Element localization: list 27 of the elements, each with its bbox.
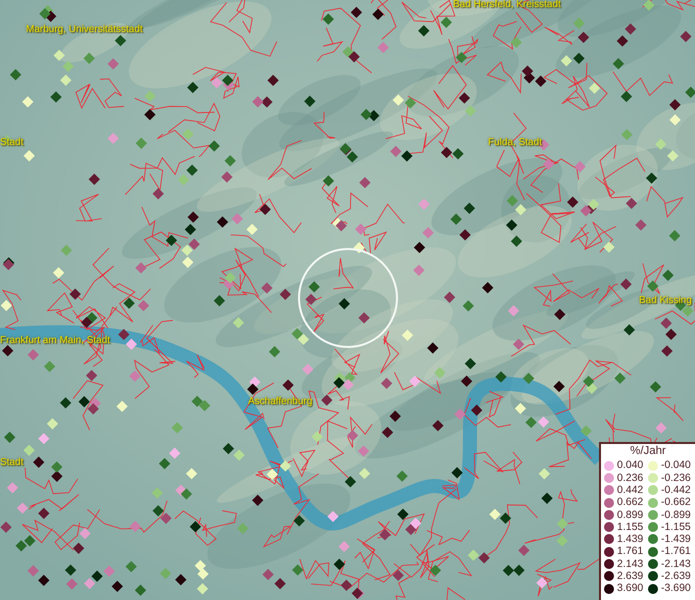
legend-value: 1.155 [617, 522, 644, 532]
legend-value: 3.690 [617, 583, 644, 594]
legend-value: -0.442 [661, 484, 692, 496]
legend-value: 0.442 [617, 484, 644, 496]
legend-value: -2.639 [661, 571, 692, 582]
legend-value: -0.899 [661, 510, 692, 520]
legend-value: -0.236 [661, 472, 692, 484]
legend-value: 2.639 [617, 571, 644, 582]
legend-value: -0.040 [661, 460, 692, 471]
place-label: Bad Kissing [639, 296, 692, 306]
place-label: Marburg, Universitätsstadt [26, 25, 143, 35]
place-label: Stadt [0, 458, 24, 468]
legend-value: 0.040 [617, 460, 644, 471]
legend-value: 1.761 [617, 546, 644, 557]
legend-value: -0.662 [661, 497, 692, 508]
legend-value: -2.143 [661, 558, 692, 570]
legend-value: -1.761 [661, 546, 692, 557]
legend-value: -3.690 [661, 583, 692, 594]
legend-value: 0.236 [617, 472, 644, 484]
legend-value: 1.439 [617, 534, 644, 545]
place-label: Stadt [0, 138, 24, 148]
legend-value: -1.155 [661, 522, 692, 532]
legend-value: -1.439 [661, 534, 692, 545]
legend-value: 2.143 [617, 558, 644, 570]
legend-value: 0.662 [617, 497, 644, 508]
legend-value: 0.899 [617, 510, 644, 520]
legend-title: %/Jahr [629, 446, 667, 458]
